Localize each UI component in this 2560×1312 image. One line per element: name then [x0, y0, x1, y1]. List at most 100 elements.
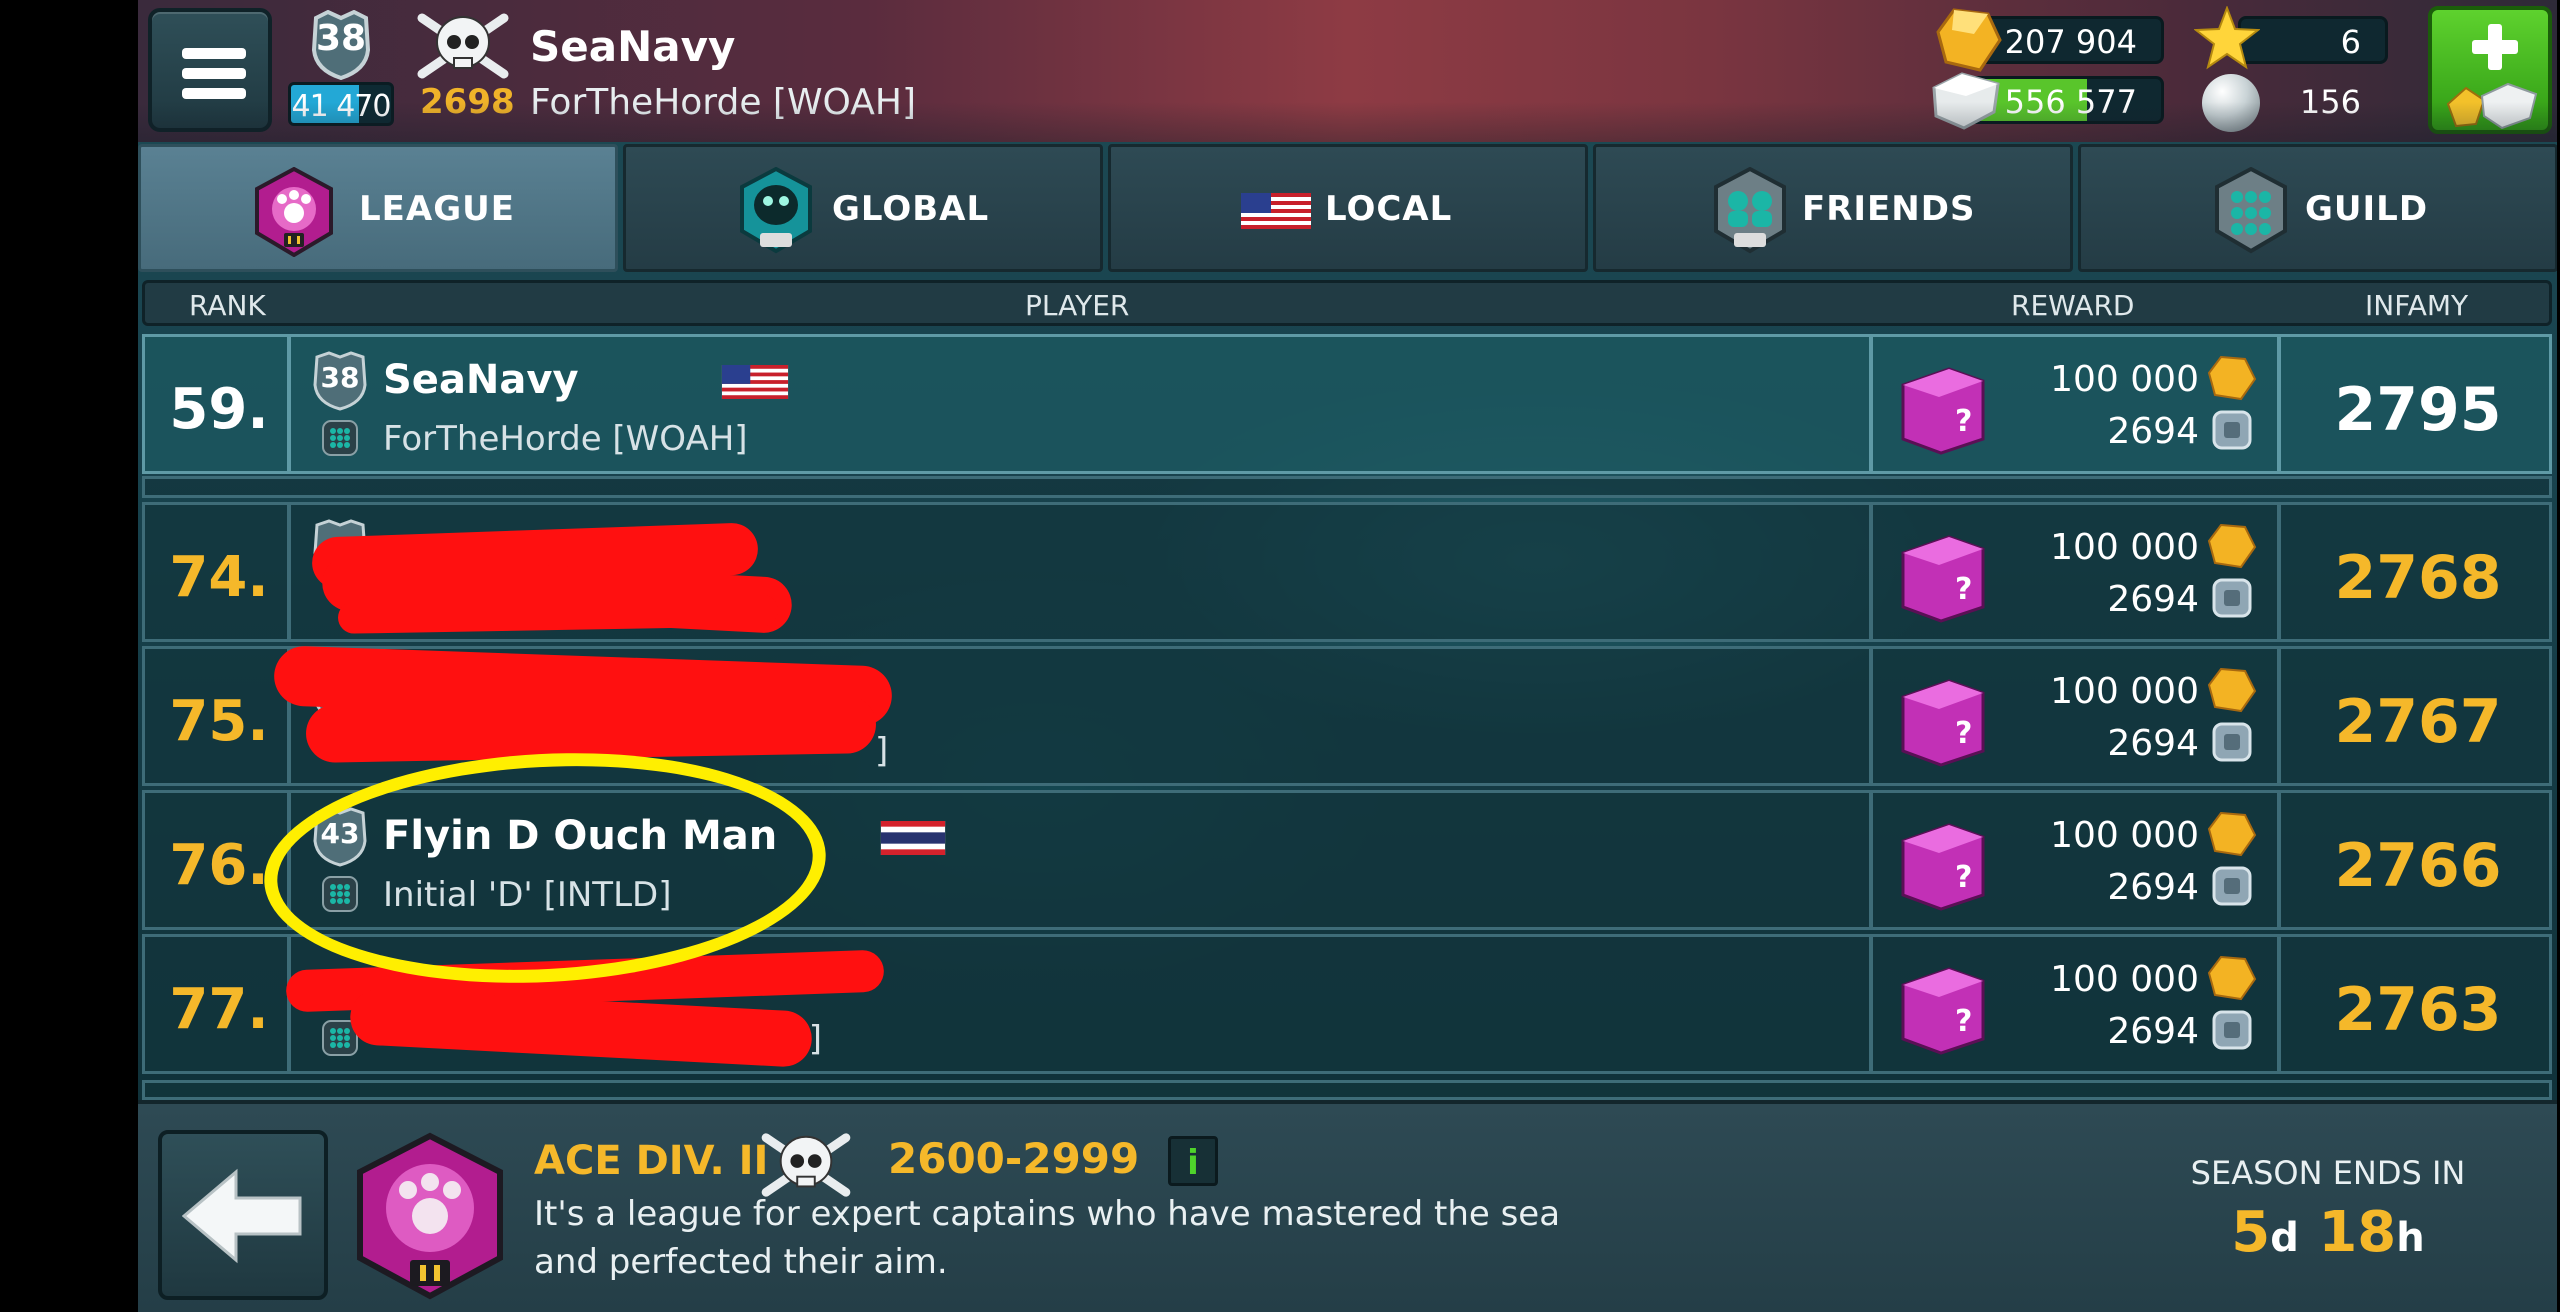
- player-guild: ForTheHorde [WOAH]: [530, 82, 916, 123]
- rank-cell: 75.: [142, 646, 290, 786]
- silver-value: 556 577: [2004, 83, 2137, 121]
- gold-icon: [2207, 667, 2257, 713]
- chip-icon: [2212, 410, 2252, 450]
- column-infamy: INFAMY: [2365, 289, 2469, 322]
- tab-friends[interactable]: FRIENDS: [1593, 144, 2073, 272]
- gold-icon: [2207, 811, 2257, 857]
- infamy-cell: 2767: [2278, 646, 2552, 786]
- pearl-counter[interactable]: 156: [2238, 76, 2388, 124]
- gold-icon: [2207, 955, 2257, 1001]
- tab-league[interactable]: LEAGUE: [138, 144, 618, 272]
- reward-chips: 2694: [2107, 867, 2199, 908]
- league-description: It's a league for expert captains who ha…: [534, 1194, 1561, 1282]
- reward-gold: 100 000: [2050, 815, 2199, 856]
- menu-button[interactable]: [148, 8, 272, 132]
- reward-gold: 100 000: [2050, 359, 2199, 400]
- infamy-value: 2795: [2334, 375, 2502, 445]
- menu-line: [182, 88, 246, 99]
- season-label: SEASON ENDS IN: [2190, 1154, 2466, 1192]
- add-currency-button[interactable]: [2428, 6, 2552, 134]
- player-guild: ForTheHorde [WOAH]: [383, 419, 748, 459]
- days-value: 5: [2231, 1200, 2271, 1265]
- tab-local[interactable]: LOCAL: [1108, 144, 1588, 272]
- mystery-chest-icon: ?: [1901, 367, 1985, 455]
- rank-number: 59.: [169, 377, 269, 442]
- reward-cell: ? 100 000 2694: [1870, 934, 2280, 1074]
- infamy-value: 2763: [2334, 975, 2502, 1045]
- reward-cell: ? 100 000 2694: [1870, 646, 2280, 786]
- star-icon: [2194, 6, 2260, 70]
- leaderboard-row-self[interactable]: 59. 38 SeaNavy ForTheHorde [WOAH] ? 100 …: [142, 334, 2552, 474]
- column-player: PLAYER: [1025, 289, 1130, 322]
- star-value: 6: [2340, 23, 2361, 61]
- menu-line: [182, 48, 246, 59]
- league-badge-icon: [255, 167, 333, 257]
- bff-icon: [1714, 167, 1786, 254]
- reward-gold: 100 000: [2050, 671, 2199, 712]
- rank-cell: 77.: [142, 934, 290, 1074]
- plus-icon: [2488, 24, 2502, 70]
- infamy-cell: 2766: [2278, 790, 2552, 930]
- svg-text:?: ?: [1955, 404, 1972, 439]
- range-low: 2600: [888, 1134, 1005, 1183]
- league-info-bar: ACE DIV. II 2600-2999 i It's a league fo…: [138, 1100, 2557, 1312]
- reward-cell: ? 100 000 2694: [1870, 790, 2280, 930]
- league-badge-icon: [357, 1132, 503, 1300]
- xp-value: 41 470: [291, 89, 392, 124]
- chip-icon: [2212, 866, 2252, 906]
- left-black-bar: [0, 0, 138, 1312]
- svg-text:?: ?: [1955, 1004, 1972, 1039]
- next-row-peek: [142, 1080, 2552, 1100]
- column-rank: RANK: [189, 289, 266, 322]
- rank-number: 77.: [169, 977, 269, 1042]
- column-headers: RANK PLAYER REWARD INFAMY: [142, 280, 2552, 326]
- tab-label: FRIENDS: [1802, 189, 1976, 229]
- chip-icon: [2212, 722, 2252, 762]
- info-button[interactable]: i: [1168, 1136, 1218, 1186]
- reward-chips: 2694: [2107, 579, 2199, 620]
- range-high: 2999: [1022, 1134, 1140, 1183]
- us-flag-icon: [1241, 193, 1311, 229]
- player-name: SeaNavy: [383, 357, 579, 403]
- svg-text:?: ?: [1955, 860, 1972, 895]
- tab-label: LOCAL: [1325, 189, 1453, 229]
- infamy-cell: 2763: [2278, 934, 2552, 1074]
- player-level: 38: [320, 361, 360, 394]
- reward-chips: 2694: [2107, 1011, 2199, 1052]
- pearl-value: 156: [2299, 83, 2361, 121]
- rank-number: 74.: [169, 545, 269, 610]
- infamy-cell: 2768: [2278, 502, 2552, 642]
- infamy-value: 2766: [2334, 831, 2502, 901]
- gems-icon: [2446, 82, 2538, 130]
- reward-cell: ? 100 000 2694: [1870, 334, 2280, 474]
- mystery-chest-icon: ?: [1901, 535, 1985, 623]
- tab-label: GUILD: [2305, 189, 2429, 229]
- gold-icon: [2207, 523, 2257, 569]
- star-counter[interactable]: 6: [2238, 16, 2388, 64]
- leaderboard-screen: 38 41 470 2698 SeaNavy ForTheHorde [WOAH…: [138, 0, 2557, 1312]
- gold-icon: [1936, 8, 2002, 72]
- reward-chips: 2694: [2107, 411, 2199, 452]
- season-countdown: 5d 18h: [2148, 1200, 2508, 1265]
- silver-icon: [1932, 72, 2000, 130]
- player-name: SeaNavy: [530, 22, 736, 71]
- chip-icon: [2212, 578, 2252, 618]
- infamy-cell: 2795: [2278, 334, 2552, 474]
- reward-gold: 100 000: [2050, 527, 2199, 568]
- top-bar: 38 41 470 2698 SeaNavy ForTheHorde [WOAH…: [138, 0, 2557, 142]
- tab-guild[interactable]: GUILD: [2078, 144, 2557, 272]
- mystery-chest-icon: ?: [1901, 823, 1985, 911]
- days-unit: d: [2270, 1215, 2299, 1261]
- player-guild: ]: [875, 731, 889, 771]
- back-button[interactable]: [158, 1130, 328, 1300]
- tab-global[interactable]: GLOBAL: [623, 144, 1103, 272]
- infamy-value: 2768: [2334, 543, 2502, 613]
- back-arrow-icon: [182, 1168, 302, 1264]
- mystery-chest-icon: ?: [1901, 967, 1985, 1055]
- skull-crossbones-icon: [417, 13, 509, 79]
- column-reward: REWARD: [2011, 289, 2135, 322]
- mystery-chest-icon: ?: [1901, 679, 1985, 767]
- svg-text:?: ?: [1955, 572, 1972, 607]
- leaderboard-tabs: LEAGUE GLOBAL LOCAL FRIENDS GUILD: [138, 144, 2557, 272]
- gold-icon: [2207, 355, 2257, 401]
